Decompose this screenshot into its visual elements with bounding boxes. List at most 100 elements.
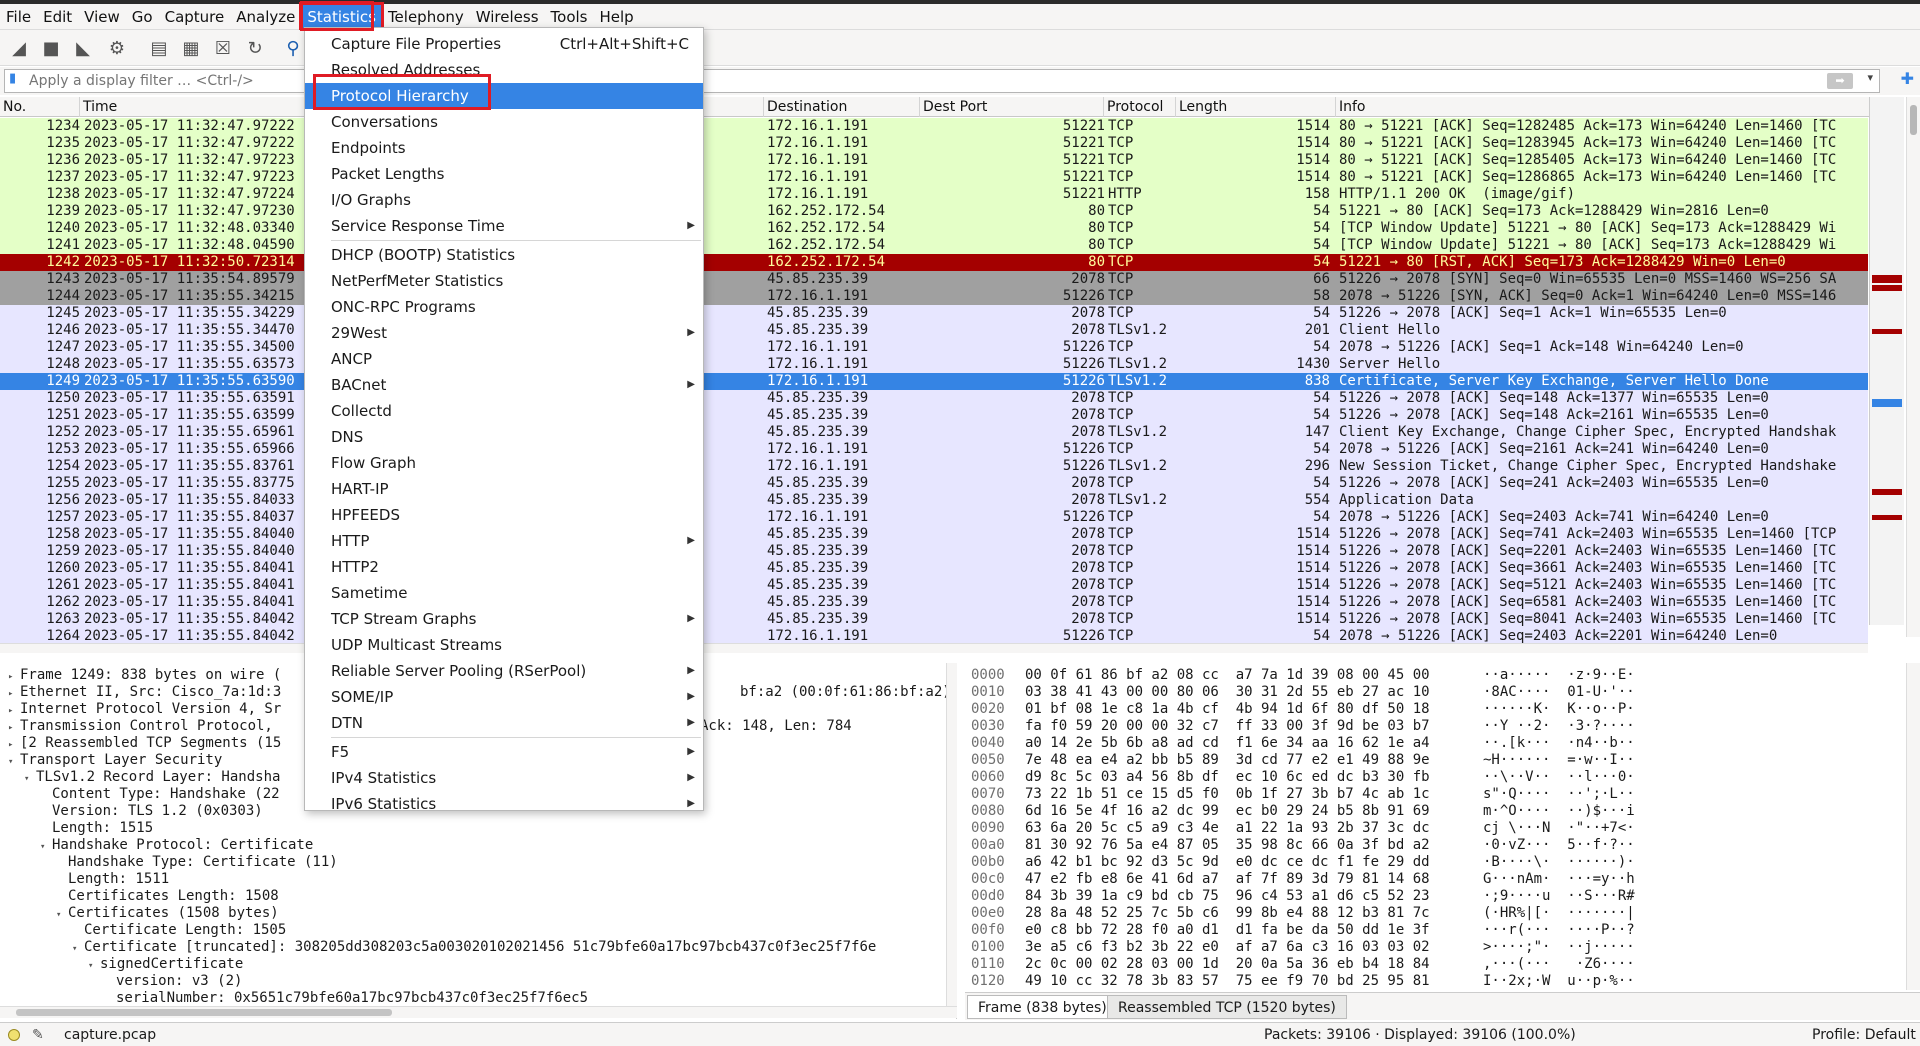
expanded-arrow-icon[interactable]: ▾ <box>88 958 100 975</box>
packet-row[interactable]: 1241 2023-05-17 11:32:48.04590 162.252.172… <box>0 237 1868 254</box>
detail-tree-item[interactable]: Certificates Length: 1508 <box>56 888 279 905</box>
menu-item-protocol-hierarchy[interactable]: Protocol Hierarchy <box>305 83 703 109</box>
packet-row[interactable]: 1250 2023-05-17 11:35:55.63591 45.85.235.3… <box>0 390 1868 407</box>
packet-list-hscroll[interactable] <box>0 643 1868 653</box>
menu-item-bacnet[interactable]: BACnet ▶ <box>305 372 703 398</box>
detail-tree-item[interactable]: serialNumber: 0x5651c79bfe60a17bc97bcb43… <box>104 990 588 1007</box>
close-file-icon[interactable]: ☒ <box>210 35 236 61</box>
packet-row[interactable]: 1259 2023-05-17 11:35:55.84040 45.85.235.3… <box>0 543 1868 560</box>
menu-item-resolved-addresses[interactable]: Resolved Addresses <box>305 57 703 83</box>
byte-hex[interactable]: 3e a5 c6 f3 b2 3b 22 e0 af a7 6a c3 16 0… <box>1025 939 1430 956</box>
packet-row[interactable]: 1237 2023-05-17 11:32:47.97223 172.16.1.19… <box>0 169 1868 186</box>
packet-list-vscroll[interactable] <box>1906 97 1920 637</box>
menu-item-ancp[interactable]: ANCP <box>305 346 703 372</box>
details-hscroll[interactable] <box>0 1006 957 1018</box>
packet-row[interactable]: 1258 2023-05-17 11:35:55.84040 45.85.235.3… <box>0 526 1868 543</box>
details-vscroll[interactable] <box>946 663 957 1006</box>
bookmark-icon[interactable]: ▮ <box>9 71 25 91</box>
packet-row[interactable]: 1235 2023-05-17 11:32:47.97222 172.16.1.19… <box>0 135 1868 152</box>
packet-row[interactable]: 1238 2023-05-17 11:32:47.97224 172.16.1.19… <box>0 186 1868 203</box>
expanded-arrow-icon[interactable]: ▾ <box>24 771 36 788</box>
byte-ascii[interactable]: ~H······ =·w··I·· <box>1483 752 1635 769</box>
packet-row[interactable]: 1252 2023-05-17 11:35:55.65961 45.85.235.3… <box>0 424 1868 441</box>
expanded-arrow-icon[interactable]: ▾ <box>40 839 52 856</box>
packet-row[interactable]: 1236 2023-05-17 11:32:47.97223 172.16.1.19… <box>0 152 1868 169</box>
col-dest-port[interactable]: Dest Port <box>920 97 1104 117</box>
menu-item-ipv6-statistics[interactable]: IPv6 Statistics ▶ <box>305 791 703 817</box>
byte-hex[interactable]: 63 6a 20 5c c5 a9 c3 4e a1 22 1a 93 2b 3… <box>1025 820 1430 837</box>
menu-item-conversations[interactable]: Conversations <box>305 109 703 135</box>
packet-row[interactable]: 1248 2023-05-17 11:35:55.63573 172.16.1.19… <box>0 356 1868 373</box>
menu-item-hart-ip[interactable]: HART-IP <box>305 476 703 502</box>
packet-row[interactable]: 1246 2023-05-17 11:35:55.34470 45.85.235.3… <box>0 322 1868 339</box>
packet-row[interactable]: 1256 2023-05-17 11:35:55.84033 45.85.235.3… <box>0 492 1868 509</box>
menu-edit[interactable]: Edit <box>37 4 78 30</box>
col-info[interactable]: Info <box>1336 97 1900 117</box>
apply-filter-arrow-icon[interactable]: ➡ <box>1827 73 1853 89</box>
packet-row[interactable]: 1257 2023-05-17 11:35:55.84037 172.16.1.19… <box>0 509 1868 526</box>
byte-ascii[interactable]: ·0·vZ··· 5··f·?·· <box>1483 837 1635 854</box>
profile-label[interactable]: Profile: Default <box>1812 1023 1916 1046</box>
byte-ascii[interactable]: ··.[k··· ·n4··b·· <box>1483 735 1635 752</box>
packet-row[interactable]: 1247 2023-05-17 11:35:55.34500 172.16.1.19… <box>0 339 1868 356</box>
menu-statistics[interactable]: Statistics <box>299 1 384 32</box>
detail-tree-item[interactable]: version: v3 (2) <box>104 973 242 990</box>
menu-item-endpoints[interactable]: Endpoints <box>305 135 703 161</box>
byte-ascii[interactable]: ··a····· ·z·9··E· <box>1483 667 1635 684</box>
byte-ascii[interactable]: I··2x;·W u··p·%·· <box>1483 973 1635 990</box>
tab-reassembled-tcp[interactable]: Reassembled TCP (1520 bytes) <box>1107 995 1347 1019</box>
menu-file[interactable]: File <box>0 4 37 30</box>
menu-item-dhcp-bootp-statistics[interactable]: DHCP (BOOTP) Statistics <box>305 242 703 268</box>
col-length[interactable]: Length <box>1176 97 1336 117</box>
expert-info-icon[interactable] <box>8 1023 20 1046</box>
detail-tree-item[interactable]: ▾ TLSv1.2 Record Layer: Handsha <box>24 769 280 786</box>
menu-wireless[interactable]: Wireless <box>470 4 545 30</box>
filter-dropdown-icon[interactable]: ▾ <box>1867 71 1873 84</box>
menu-item-dtn[interactable]: DTN ▶ <box>305 710 703 736</box>
byte-ascii[interactable]: >····;"· ··j····· <box>1483 939 1635 956</box>
detail-tree-item[interactable]: Content Type: Handshake (22 <box>40 786 280 803</box>
menu-item-http[interactable]: HTTP ▶ <box>305 528 703 554</box>
packet-row[interactable]: 1244 2023-05-17 11:35:55.34215 172.16.1.19… <box>0 288 1868 305</box>
byte-hex[interactable]: 81 30 92 76 5a e4 87 05 35 98 8c 66 0a 3… <box>1025 837 1430 854</box>
detail-tree-item[interactable]: Length: 1515 <box>40 820 153 837</box>
add-filter-button-icon[interactable]: ✚ <box>1901 69 1914 88</box>
byte-hex[interactable]: 49 10 cc 32 78 3b 83 57 75 ee f9 70 bd 2… <box>1025 973 1430 990</box>
capture-options-icon[interactable]: ⚙ <box>104 35 130 61</box>
menu-item-udp-multicast-streams[interactable]: UDP Multicast Streams <box>305 632 703 658</box>
byte-ascii[interactable]: cj \···N ·"··+7<· <box>1483 820 1635 837</box>
save-file-icon[interactable]: ▦ <box>178 35 204 61</box>
menu-item-ipv4-statistics[interactable]: IPv4 Statistics ▶ <box>305 765 703 791</box>
menu-item-netperfmeter-statistics[interactable]: NetPerfMeter Statistics <box>305 268 703 294</box>
byte-ascii[interactable]: ···r(··· ····P··? <box>1483 922 1635 939</box>
packet-row[interactable]: 1243 2023-05-17 11:35:54.89579 45.85.235.3… <box>0 271 1868 288</box>
byte-ascii[interactable]: ··Y ··2· ·3·?···· <box>1483 718 1635 735</box>
menu-item-i-o-graphs[interactable]: I/O Graphs <box>305 187 703 213</box>
packet-row[interactable]: 1254 2023-05-17 11:35:55.83761 172.16.1.19… <box>0 458 1868 475</box>
byte-ascii[interactable]: ·;9····u ··S···R# <box>1483 888 1635 905</box>
packet-row[interactable]: 1240 2023-05-17 11:32:48.03340 162.252.172… <box>0 220 1868 237</box>
tab-frame-bytes[interactable]: Frame (838 bytes) <box>967 995 1118 1019</box>
stop-capture-icon[interactable]: ■ <box>38 35 64 61</box>
byte-hex[interactable]: 03 38 41 43 00 00 80 06 30 31 2d 55 eb 2… <box>1025 684 1430 701</box>
byte-hex[interactable]: 7e 48 ea e4 a2 bb b5 89 3d cd 77 e2 e1 4… <box>1025 752 1430 769</box>
packet-row[interactable]: 1255 2023-05-17 11:35:55.83775 45.85.235.3… <box>0 475 1868 492</box>
packet-row[interactable]: 1261 2023-05-17 11:35:55.84041 45.85.235.3… <box>0 577 1868 594</box>
packet-minimap[interactable] <box>1869 97 1904 625</box>
detail-tree-item[interactable]: ▾ Handshake Protocol: Certificate <box>40 837 313 854</box>
scroll-thumb[interactable] <box>1910 105 1917 135</box>
detail-tree-item[interactable]: ▸ Transmission Control Protocol, <box>8 718 273 735</box>
menu-item-sametime[interactable]: Sametime <box>305 580 703 606</box>
menu-item-dns[interactable]: DNS <box>305 424 703 450</box>
packet-row[interactable]: 1263 2023-05-17 11:35:55.84042 45.85.235.3… <box>0 611 1868 628</box>
detail-tree-item[interactable]: Handshake Type: Certificate (11) <box>56 854 338 871</box>
detail-tree-item[interactable]: ▸ Frame 1249: 838 bytes on wire ( <box>8 667 281 684</box>
menu-item-flow-graph[interactable]: Flow Graph <box>305 450 703 476</box>
byte-hex[interactable]: 00 0f 61 86 bf a2 08 cc a7 7a 1d 39 08 0… <box>1025 667 1430 684</box>
byte-hex[interactable]: e0 c8 bb 72 28 f0 a0 d1 d1 fa be da 50 d… <box>1025 922 1430 939</box>
expanded-arrow-icon[interactable]: ▾ <box>56 907 68 924</box>
byte-hex[interactable]: d9 8c 5c 03 a4 56 8b df ec 10 6c ed dc b… <box>1025 769 1430 786</box>
detail-tree-item[interactable]: Certificate Length: 1505 <box>72 922 286 939</box>
byte-hex[interactable]: a0 14 2e 5b 6b a8 ad cd f1 6e 34 aa 16 6… <box>1025 735 1430 752</box>
restart-capture-icon[interactable]: ◣ <box>70 35 96 61</box>
